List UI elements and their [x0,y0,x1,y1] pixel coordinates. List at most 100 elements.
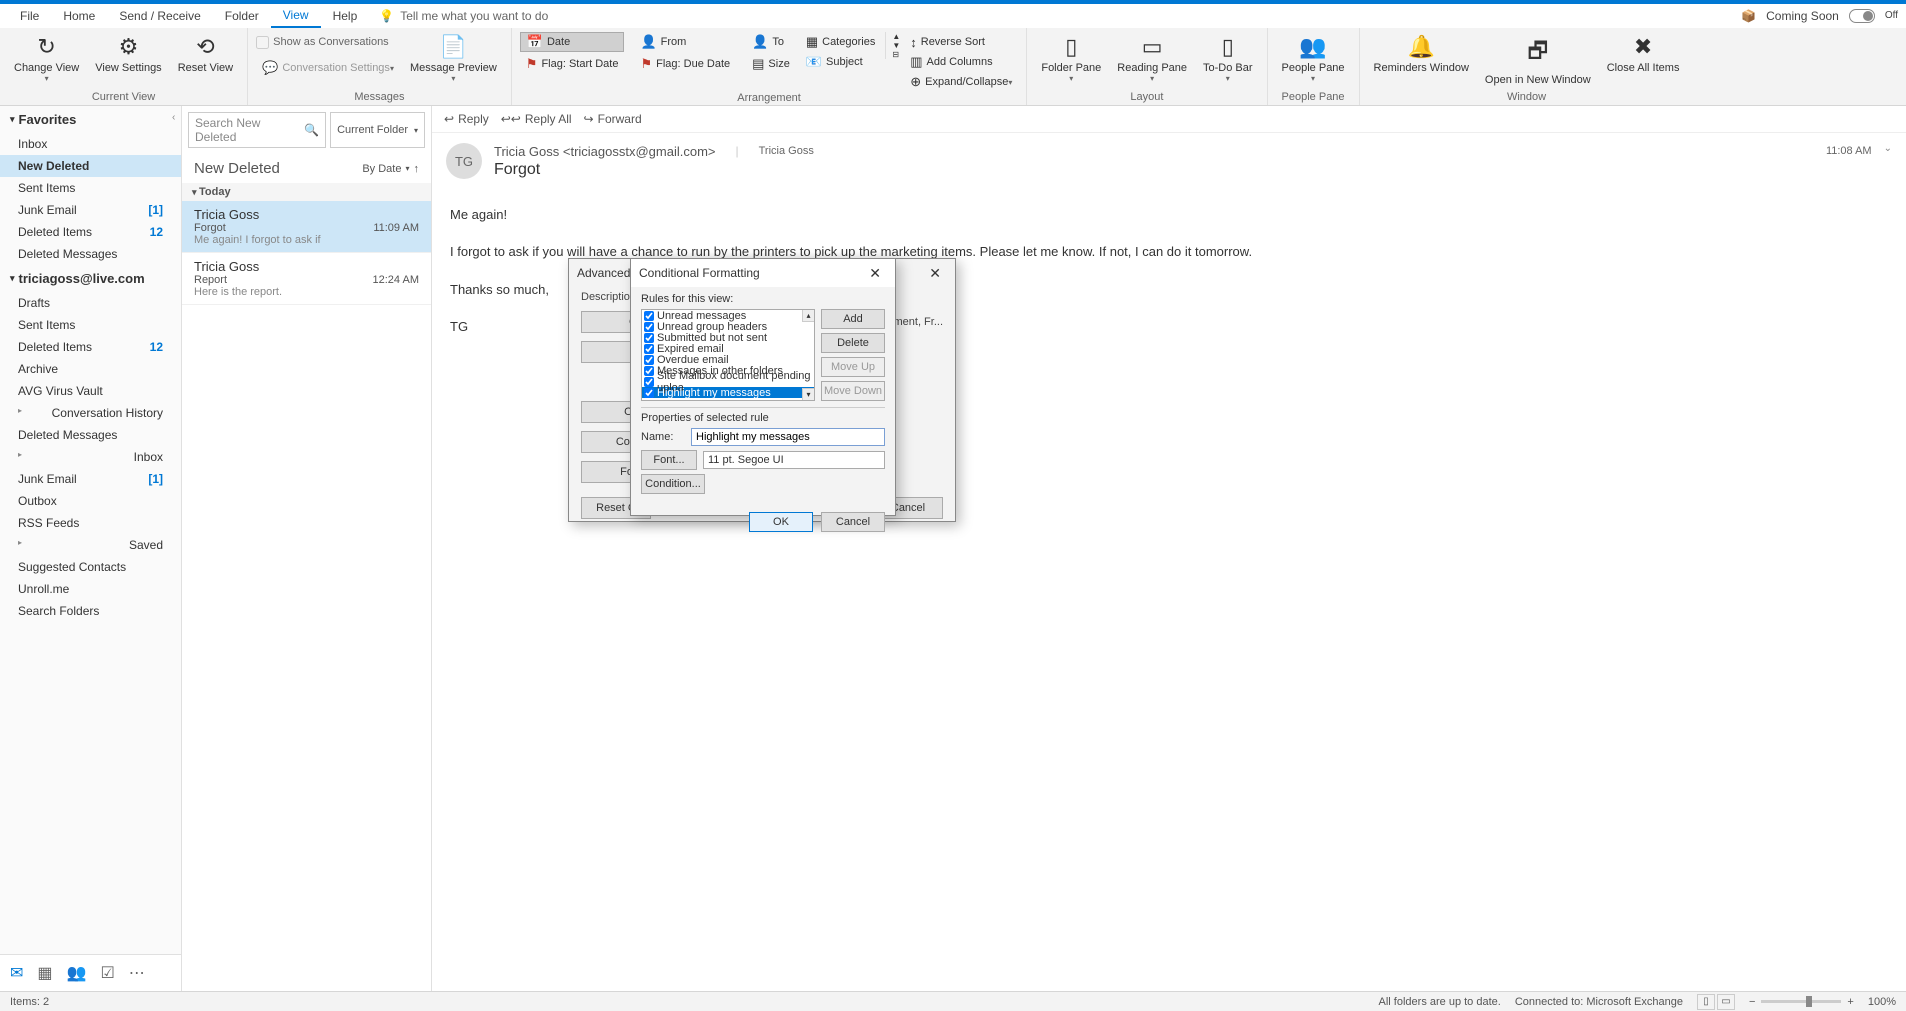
view-normal-icon[interactable]: ▯ [1697,994,1715,1010]
nav-item-deleted-messages[interactable]: Deleted Messages [0,424,181,446]
rule-checkbox[interactable] [644,377,654,387]
delete-rule-button[interactable]: Delete [821,333,885,353]
sort-dropdown[interactable]: By Date ▾ ↑ [362,160,419,177]
nav-item-sent-items[interactable]: Sent Items [0,314,181,336]
rule-item[interactable]: Unread messages [642,310,814,321]
close-all-button[interactable]: ✖Close All Items [1601,32,1686,76]
cancel-button[interactable]: Cancel [821,512,885,532]
nav-collapse-chevron[interactable]: ‹ [172,112,175,123]
view-reading-icon[interactable]: ▭ [1717,994,1735,1010]
mail-module-icon[interactable]: ✉ [10,963,23,983]
nav-item-drafts[interactable]: Drafts [0,292,181,314]
rule-checkbox[interactable] [644,322,654,332]
rule-item[interactable]: Unread group headers [642,321,814,332]
rules-scroll-down[interactable]: ▾ [802,388,814,400]
arrange-scroll-up[interactable]: ▲ [892,32,900,41]
arrange-from-button[interactable]: 👤From [634,32,736,52]
zoom-out-icon[interactable]: − [1749,996,1755,1008]
nav-item-sent-items[interactable]: Sent Items [0,177,181,199]
more-modules-icon[interactable]: ⋯ [129,963,145,983]
nav-item-deleted-messages[interactable]: Deleted Messages [0,243,181,265]
people-pane-button[interactable]: 👥People Pane [1276,32,1351,85]
add-columns-button[interactable]: ▥Add Columns [904,52,1018,72]
account-header[interactable]: triciagoss@live.com [0,265,181,292]
rule-checkbox[interactable] [644,333,654,343]
reply-button[interactable]: ↩Reply [444,112,489,126]
nav-item-new-deleted[interactable]: New Deleted [0,155,181,177]
nav-item-junk-email[interactable]: Junk Email[1] [0,468,181,490]
nav-item-deleted-items[interactable]: Deleted Items12 [0,221,181,243]
view-settings-button[interactable]: ⚙View Settings [89,32,167,76]
zoom-in-icon[interactable]: + [1847,996,1853,1008]
new-window-button[interactable]: 🗗Open in New Window [1479,32,1597,88]
people-module-icon[interactable]: 👥 [67,963,87,983]
menu-help[interactable]: Help [321,5,370,27]
ok-button[interactable]: OK [749,512,813,532]
rule-item[interactable]: Overdue email [642,354,814,365]
arrange-flag-start-button[interactable]: ⚑Flag: Start Date [520,54,625,74]
expand-collapse-button[interactable]: ⊕Expand/Collapse [904,72,1018,92]
search-input[interactable]: Search New Deleted 🔍 [188,112,326,148]
nav-item-search-folders[interactable]: Search Folders [0,600,181,622]
nav-item-inbox[interactable]: Inbox [0,133,181,155]
menu-send-receive[interactable]: Send / Receive [107,5,212,27]
rule-checkbox[interactable] [644,355,654,365]
nav-item-avg-virus-vault[interactable]: AVG Virus Vault [0,380,181,402]
nav-item-inbox[interactable]: ▸Inbox [0,446,181,468]
rules-scroll-up[interactable]: ▴ [802,310,814,322]
message-preview-button[interactable]: 📄Message Preview [404,32,503,85]
rule-item[interactable]: Submitted but not sent [642,332,814,343]
adv-dialog-close-button[interactable]: ✕ [923,265,947,282]
nav-item-suggested-contacts[interactable]: Suggested Contacts [0,556,181,578]
change-view-button[interactable]: ↻Change View [8,32,85,85]
favorites-header[interactable]: Favorites [0,106,181,133]
nav-item-outbox[interactable]: Outbox [0,490,181,512]
arrange-flag-due-button[interactable]: ⚑Flag: Due Date [634,54,736,74]
reply-all-button[interactable]: ↩↩Reply All [501,112,572,126]
move-down-button[interactable]: Move Down [821,381,885,401]
message-item[interactable]: Tricia GossForgot11:09 AMMe again! I for… [182,201,431,253]
tasks-module-icon[interactable]: ☑ [100,963,114,983]
rules-list[interactable]: ▴ ▾ Unread messagesUnread group headersS… [641,309,815,401]
rule-name-input[interactable] [691,428,885,446]
nav-item-rss-feeds[interactable]: RSS Feeds [0,512,181,534]
rule-checkbox[interactable] [644,344,654,354]
rule-item[interactable]: Expired email [642,343,814,354]
move-up-button[interactable]: Move Up [821,357,885,377]
font-button[interactable]: Font... [641,450,697,470]
condition-button[interactable]: Condition... [641,474,705,494]
nav-item-archive[interactable]: Archive [0,358,181,380]
tell-me-search[interactable]: 💡 Tell me what you want to do [379,9,548,23]
reverse-sort-button[interactable]: ↕Reverse Sort [904,32,1018,52]
arrange-more[interactable]: ⊟ [892,50,900,59]
message-expand-chevron[interactable]: ⌄ [1884,143,1892,154]
rule-item[interactable]: Site Mailbox document pending uploa [642,376,814,387]
nav-item-unroll.me[interactable]: Unroll.me [0,578,181,600]
message-item[interactable]: Tricia GossReport12:24 AMHere is the rep… [182,253,431,305]
rule-checkbox[interactable] [644,366,654,376]
date-group-today[interactable]: Today [182,183,431,201]
arrange-scroll-down[interactable]: ▼ [892,41,900,50]
menu-home[interactable]: Home [51,5,107,27]
menu-file[interactable]: File [8,5,51,27]
arrange-date-button[interactable]: 📅Date [520,32,625,52]
coming-soon-toggle[interactable] [1849,9,1875,23]
rule-checkbox[interactable] [644,311,654,321]
nav-item-conversation-history[interactable]: ▸Conversation History [0,402,181,424]
nav-item-deleted-items[interactable]: Deleted Items12 [0,336,181,358]
reminders-window-button[interactable]: 🔔Reminders Window [1368,32,1475,76]
add-rule-button[interactable]: Add [821,309,885,329]
zoom-slider[interactable]: − + [1749,996,1854,1008]
reset-view-button[interactable]: ⟲Reset View [172,32,239,76]
arrange-categories-button[interactable]: ▦Categories [800,32,882,52]
arrange-size-button[interactable]: ▤Size [746,54,796,74]
arrange-to-button[interactable]: 👤To [746,32,796,52]
calendar-module-icon[interactable]: ▦ [37,963,52,983]
cond-dialog-close-button[interactable]: ✕ [863,265,887,282]
rule-checkbox[interactable] [644,388,654,398]
conversation-settings-button[interactable]: 💬Conversation Settings [256,58,400,78]
arrange-subject-button[interactable]: 📧Subject [800,52,882,72]
nav-item-saved[interactable]: ▸Saved [0,534,181,556]
forward-button[interactable]: ↪Forward [584,112,642,126]
folder-pane-button[interactable]: ▯Folder Pane [1035,32,1107,85]
